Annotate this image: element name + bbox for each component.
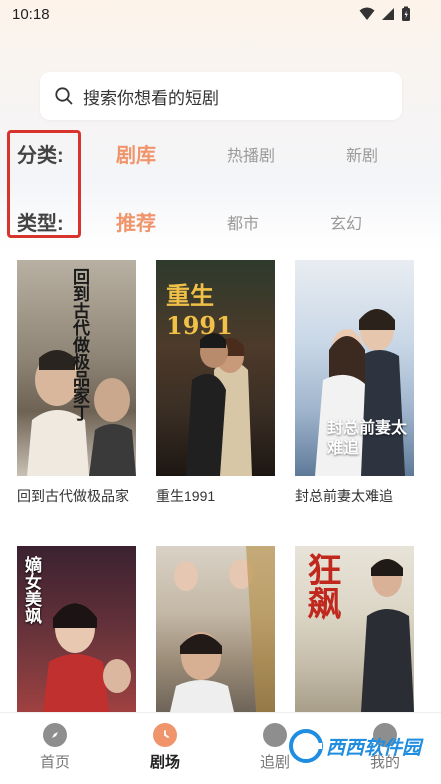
search-input[interactable]: 搜索你想看的短剧 <box>40 72 402 120</box>
drama-poster[interactable]: 回到古代做极品家丁 <box>17 260 136 476</box>
poster-title-text: 重生1991 <box>166 281 233 340</box>
drama-card[interactable]: 回到古代做极品家丁 回到古代做极品家 <box>17 260 136 508</box>
category-option-new[interactable]: 新剧 <box>346 142 378 166</box>
wifi-icon <box>359 7 375 20</box>
status-time: 10:18 <box>12 6 50 23</box>
drama-card[interactable] <box>156 546 275 712</box>
category-option-hot[interactable]: 热播剧 <box>227 142 275 166</box>
category-label: 分类: <box>17 145 64 167</box>
status-icons <box>359 6 411 22</box>
poster-art <box>170 546 275 712</box>
battery-icon <box>402 6 410 21</box>
nav-label-theater: 剧场 <box>149 754 180 771</box>
poster-title-text: 封总前妻太难追 <box>327 418 408 457</box>
type-option-urban[interactable]: 都市 <box>227 210 259 234</box>
status-bar: 10:18 <box>0 0 441 32</box>
watermark-logo-icon <box>288 729 323 763</box>
search-icon <box>55 87 73 105</box>
drama-card[interactable]: 封总前妻太难追 封总前妻太难追 <box>295 260 414 508</box>
drama-card[interactable]: 狂飙 <box>295 546 414 712</box>
play-icon <box>263 723 287 747</box>
category-option-library[interactable]: 剧库 <box>116 139 156 168</box>
type-filter-row: 类型: 推荐 都市 玄幻 <box>0 205 441 245</box>
drama-poster[interactable]: 封总前妻太难追 <box>295 260 414 476</box>
watermark: 西西软件园 <box>288 728 421 764</box>
watermark-text: 西西软件园 <box>325 737 421 759</box>
drama-title: 回到古代做极品家 <box>17 488 129 504</box>
drama-poster[interactable]: 嫡女美飒 <box>17 546 136 712</box>
type-option-recommended[interactable]: 推荐 <box>116 207 156 236</box>
drama-poster[interactable] <box>156 546 275 712</box>
drama-title: 重生1991 <box>156 488 216 504</box>
nav-item-theater[interactable]: 剧场 <box>125 723 205 772</box>
nav-item-home[interactable]: 首页 <box>15 723 95 772</box>
clock-icon <box>153 723 177 747</box>
drama-card[interactable]: 嫡女美飒 <box>17 546 136 712</box>
nav-label-home: 首页 <box>39 754 70 771</box>
signal-icon <box>382 8 394 20</box>
poster-title-text: 狂飙 <box>301 552 341 620</box>
drama-card[interactable]: 重生1991 重生1991 <box>156 260 275 508</box>
compass-icon <box>43 723 67 747</box>
poster-title-text: 回到古代做极品家丁 <box>69 268 89 421</box>
search-placeholder: 搜索你想看的短剧 <box>83 88 219 108</box>
category-filter-row: 分类: 剧库 热播剧 新剧 <box>0 137 441 177</box>
drama-title: 封总前妻太难追 <box>295 488 393 504</box>
drama-poster[interactable]: 重生1991 <box>156 260 275 476</box>
drama-poster[interactable]: 狂飙 <box>295 546 414 712</box>
type-label: 类型: <box>17 213 64 235</box>
poster-title-text: 嫡女美飒 <box>21 556 41 624</box>
type-option-fantasy[interactable]: 玄幻 <box>330 210 362 234</box>
